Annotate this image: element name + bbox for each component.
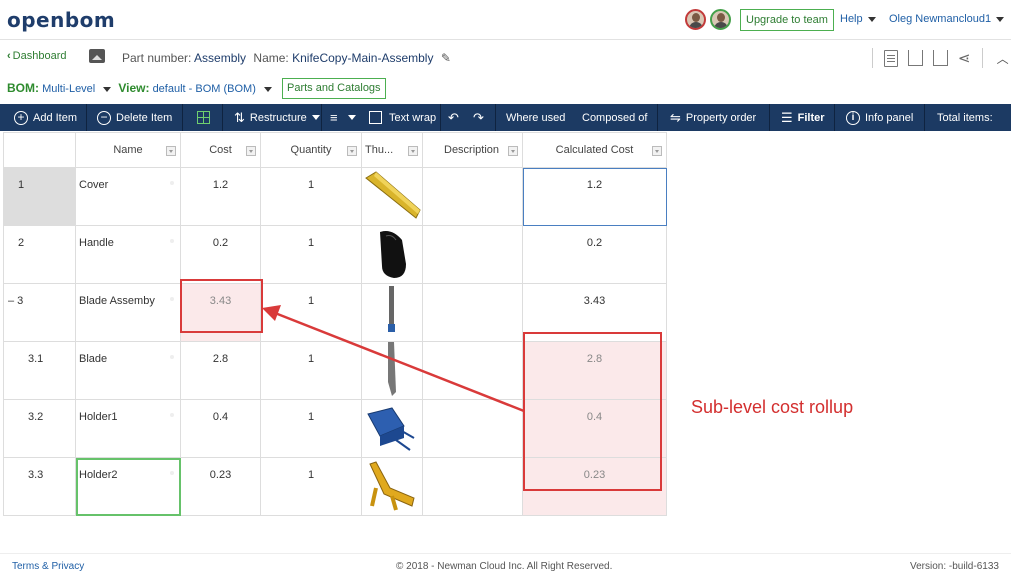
annotation-text: Sub-level cost rollup [691, 397, 854, 417]
terms-privacy-link[interactable]: Terms & Privacy [12, 561, 84, 572]
annotation-arrow [262, 305, 525, 413]
footer: Terms & Privacy © 2018 - Newman Cloud In… [0, 553, 1011, 576]
version-text: Version: -build-6133 [910, 561, 999, 572]
copyright-text: © 2018 - Newman Cloud Inc. All Right Res… [396, 561, 613, 572]
